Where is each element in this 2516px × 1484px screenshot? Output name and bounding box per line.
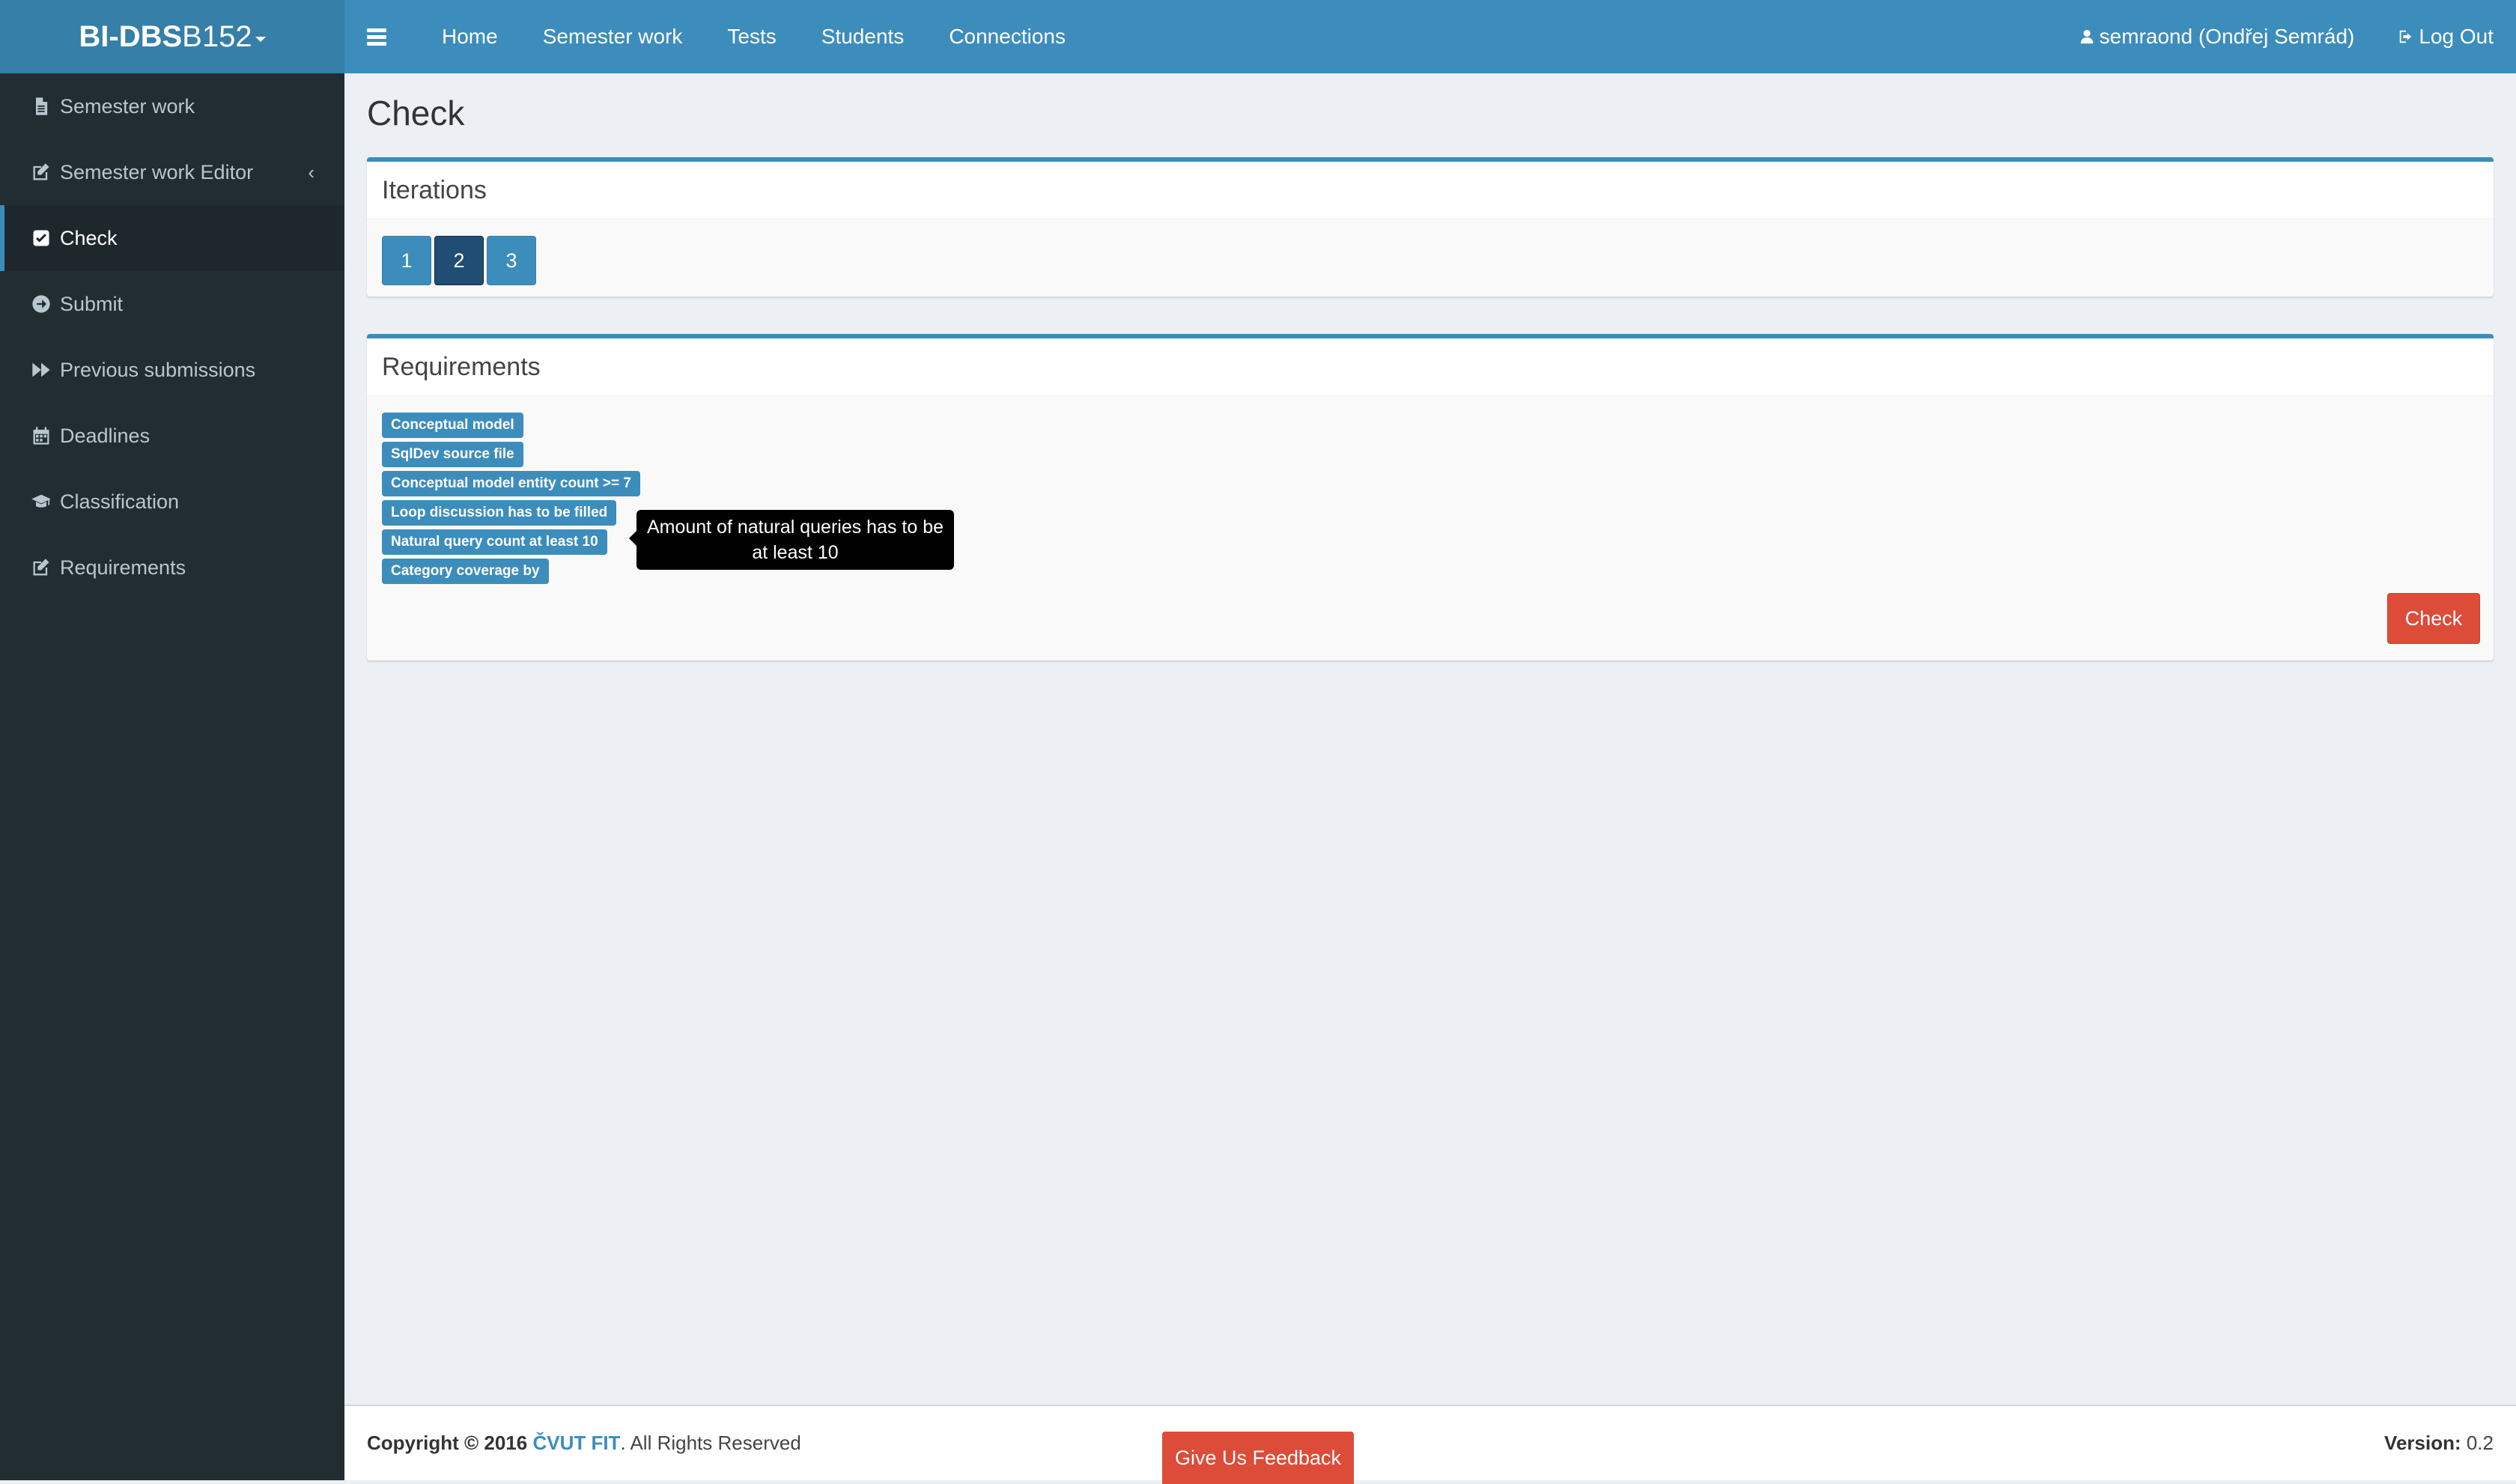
top-navbar: Home Semester work Tests Students Connec…	[344, 0, 2516, 73]
requirement-badge[interactable]: Loop discussion has to be filled	[382, 500, 617, 526]
sidebar-item-label: Deadlines	[60, 424, 151, 447]
sidebar-item-label: Classification	[60, 490, 180, 513]
sidebar-item-submit[interactable]: Submit	[0, 271, 344, 337]
requirements-box: Requirements Conceptual model SqlDev sou…	[367, 334, 2494, 660]
brand-logo[interactable]: BI-DBS B152	[0, 0, 344, 73]
user-area: semraond (Ondřej Semrád) Log Out	[2079, 25, 2494, 49]
sidebar-item-check[interactable]: Check	[0, 205, 344, 271]
logout-link[interactable]: Log Out	[2398, 25, 2494, 49]
sidebar-item-label: Submit	[60, 292, 124, 315]
fast-forward-icon	[30, 359, 52, 381]
file-icon	[30, 95, 52, 118]
sidebar-item-previous-submissions[interactable]: Previous submissions	[0, 337, 344, 403]
sidebar-item-label: Semester work	[60, 94, 195, 118]
sidebar: BI-DBS B152 Semester work Semester work …	[0, 0, 344, 1480]
rights-text: . All Rights Reserved	[620, 1432, 801, 1454]
logout-label: Log Out	[2419, 25, 2494, 48]
feedback-button[interactable]: Give Us Feedback	[1162, 1432, 1354, 1484]
iteration-button-1[interactable]: 1	[382, 236, 431, 285]
footer: Copyright © 2016 ČVUT FIT. All Rights Re…	[344, 1405, 2516, 1484]
iterations-pagination: 1 2 3	[367, 219, 2494, 302]
edit-icon	[30, 161, 52, 183]
requirement-badge[interactable]: Conceptual model	[382, 413, 523, 438]
nav-link-students[interactable]: Students	[799, 25, 927, 49]
user-name: semraond (Ondřej Semrád)	[2099, 25, 2355, 48]
sidebar-item-classification[interactable]: Classification	[0, 469, 344, 535]
copyright-prefix: Copyright © 2016	[367, 1432, 528, 1454]
check-square-icon	[30, 227, 52, 249]
nav-link-home[interactable]: Home	[419, 25, 520, 49]
user-icon	[2080, 29, 2093, 44]
check-button[interactable]: Check	[2387, 593, 2480, 644]
nav-link-semester-work[interactable]: Semester work	[520, 25, 705, 49]
top-nav: Home Semester work Tests Students Connec…	[419, 25, 1088, 49]
org-link[interactable]: ČVUT FIT	[532, 1432, 620, 1454]
caret-down-icon	[255, 36, 266, 42]
hamburger-menu-icon[interactable]	[367, 28, 386, 46]
nav-link-tests[interactable]: Tests	[705, 25, 798, 49]
iterations-box: Iterations 1 2 3	[367, 157, 2494, 297]
chevron-left-icon[interactable]: ‹	[308, 161, 314, 184]
requirement-badge[interactable]: Conceptual model entity count >= 7	[382, 471, 640, 496]
requirement-tooltip: Amount of natural queries has to be at l…	[629, 510, 954, 570]
version-label: Version:	[2384, 1432, 2461, 1454]
iterations-header: Iterations	[367, 162, 2494, 219]
sidebar-item-label: Semester work Editor	[60, 160, 254, 183]
copyright: Copyright © 2016 ČVUT FIT. All Rights Re…	[367, 1432, 801, 1455]
version-value: 0.2	[2461, 1432, 2494, 1454]
brand-term: B152	[182, 19, 252, 53]
sidebar-item-deadlines[interactable]: Deadlines	[0, 403, 344, 469]
page-title: Check	[367, 94, 465, 133]
arrow-circle-right-icon	[30, 293, 52, 315]
requirement-badge[interactable]: Category coverage by	[382, 559, 549, 584]
sidebar-item-label: Check	[60, 226, 118, 249]
sidebar-item-semester-work-editor[interactable]: Semester work Editor ‹	[0, 139, 344, 205]
sidebar-item-requirements[interactable]: Requirements	[0, 535, 344, 600]
iteration-button-3[interactable]: 3	[487, 236, 536, 285]
requirements-list: Conceptual model SqlDev source file Conc…	[367, 396, 2494, 604]
edit-icon	[30, 556, 52, 579]
brand-name: BI-DBS	[79, 19, 183, 53]
requirements-header: Requirements	[367, 338, 2494, 396]
requirement-badge[interactable]: SqlDev source file	[382, 442, 523, 467]
sidebar-item-label: Requirements	[60, 556, 186, 579]
sidebar-item-semester-work[interactable]: Semester work	[0, 73, 344, 139]
graduation-cap-icon	[30, 490, 52, 513]
iteration-button-2[interactable]: 2	[434, 236, 484, 285]
nav-link-connections[interactable]: Connections	[926, 25, 1088, 49]
calendar-icon	[30, 425, 52, 447]
requirement-badge[interactable]: Natural query count at least 10	[382, 529, 607, 555]
user-menu[interactable]: semraond (Ondřej Semrád)	[2079, 25, 2355, 49]
sign-out-icon	[2400, 30, 2412, 43]
sidebar-item-label: Previous submissions	[60, 358, 256, 381]
version-info: Version: 0.2	[2384, 1432, 2494, 1455]
sidebar-menu: Semester work Semester work Editor ‹ Che…	[0, 73, 344, 600]
